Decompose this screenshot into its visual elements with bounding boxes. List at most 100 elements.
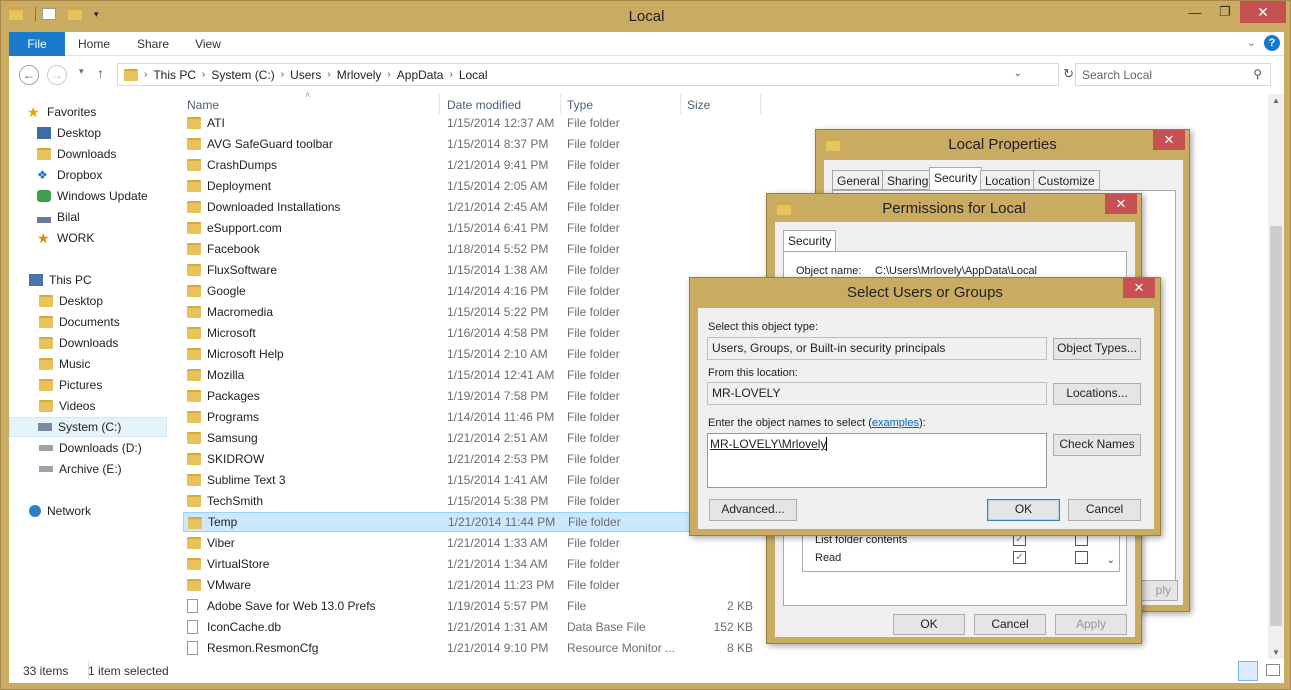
table-row[interactable]: FluxSoftware 1/15/2014 1:38 AM File folder: [183, 260, 693, 280]
table-row[interactable]: Macromedia 1/15/2014 5:22 PM File folder: [183, 302, 693, 322]
examples-link[interactable]: examples: [872, 417, 919, 429]
details-view-icon[interactable]: [1238, 661, 1258, 681]
object-names-input[interactable]: MR-LOVELY\Mrlovely: [707, 433, 1047, 488]
breadcrumb[interactable]: › This PC › System (C:) › Users › Mrlovely ›…: [117, 63, 1074, 86]
tab-share[interactable]: Share: [131, 32, 175, 56]
refresh-icon[interactable]: ↻: [1063, 66, 1074, 82]
vertical-scrollbar[interactable]: ▲ ▼: [1268, 94, 1284, 659]
search-icon[interactable]: ⚲: [1253, 67, 1262, 81]
separator-icon[interactable]: ›: [281, 69, 284, 80]
large-icons-view-icon[interactable]: [1266, 664, 1280, 676]
nav-system-c[interactable]: System (C:): [9, 417, 167, 437]
nav-videos[interactable]: Videos: [39, 396, 197, 416]
separator-icon[interactable]: ›: [327, 69, 330, 80]
tab-sharing[interactable]: Sharing: [882, 170, 934, 190]
table-row[interactable]: Microsoft 1/16/2014 4:58 PM File folder: [183, 323, 693, 343]
up-icon[interactable]: ↑: [97, 65, 104, 81]
separator-icon[interactable]: ›: [144, 69, 147, 80]
divider[interactable]: [560, 94, 561, 114]
minimize-icon[interactable]: —: [1180, 1, 1210, 23]
maximize-icon[interactable]: ❐: [1210, 1, 1240, 23]
table-row[interactable]: Programs 1/14/2014 11:46 PM File folder: [183, 407, 693, 427]
crumb-local[interactable]: Local: [459, 68, 488, 82]
nav-pictures[interactable]: Pictures: [39, 375, 197, 395]
nav-archive-e[interactable]: Archive (E:): [39, 459, 197, 479]
table-row[interactable]: Samsung 1/21/2014 2:51 AM File folder: [183, 428, 693, 448]
close-icon[interactable]: ✕: [1240, 1, 1286, 23]
table-row[interactable]: VMware 1/21/2014 11:23 PM File folder: [183, 575, 693, 595]
cancel-button[interactable]: Cancel: [974, 614, 1046, 635]
nav-pc-desktop[interactable]: Desktop: [39, 291, 197, 311]
table-row[interactable]: AVG SafeGuard toolbar 1/15/2014 8:37 PM Fi…: [183, 134, 693, 154]
ok-button[interactable]: OK: [987, 499, 1060, 521]
table-row[interactable]: IconCache.db 1/21/2014 1:31 AM Data Base F…: [183, 617, 753, 637]
tab-security[interactable]: Security: [783, 230, 837, 252]
close-icon[interactable]: ✕: [1123, 278, 1155, 298]
separator-icon[interactable]: ›: [202, 69, 205, 80]
separator-icon[interactable]: ›: [387, 69, 390, 80]
tab-customize[interactable]: Customize: [1033, 170, 1100, 190]
locations-button[interactable]: Locations...: [1053, 383, 1141, 405]
crumb-mrlovely[interactable]: Mrlovely: [337, 68, 382, 82]
divider[interactable]: [439, 94, 440, 114]
cancel-button[interactable]: Cancel: [1068, 499, 1141, 521]
nav-downloads-d[interactable]: Downloads (D:): [39, 438, 197, 458]
table-row[interactable]: Downloaded Installations 1/21/2014 2:45 A…: [183, 197, 693, 217]
address-dropdown-icon[interactable]: ⌄: [1014, 68, 1022, 79]
scroll-thumb[interactable]: [1270, 226, 1282, 626]
table-row[interactable]: Mozilla 1/15/2014 12:41 AM File folder: [183, 365, 693, 385]
nav-this-pc[interactable]: This PC: [29, 270, 187, 290]
nav-network[interactable]: Network: [29, 501, 187, 521]
tab-security[interactable]: Security: [929, 167, 983, 190]
table-row[interactable]: eSupport.com 1/15/2014 6:41 PM File folder: [183, 218, 693, 238]
crumb-system-c[interactable]: System (C:): [211, 68, 274, 82]
search-input[interactable]: Search Local ⚲: [1075, 63, 1271, 86]
deny-checkbox[interactable]: [1075, 551, 1088, 564]
chevron-down-icon[interactable]: ⌄: [1247, 36, 1256, 49]
apply-button[interactable]: Apply: [1055, 614, 1127, 635]
forward-icon[interactable]: →: [47, 65, 67, 85]
table-row[interactable]: Viber 1/21/2014 1:33 AM File folder: [183, 533, 693, 553]
table-row[interactable]: Resmon.ResmonCfg 1/21/2014 9:10 PM Resourc…: [183, 638, 753, 658]
table-row[interactable]: Sublime Text 3 1/15/2014 1:41 AM File fold…: [183, 470, 693, 490]
nav-pc-downloads[interactable]: Downloads: [39, 333, 197, 353]
scroll-down-icon[interactable]: ▼: [1272, 648, 1280, 657]
help-icon[interactable]: ?: [1264, 35, 1280, 51]
allow-checkbox[interactable]: ✓: [1013, 551, 1026, 564]
nav-dropbox[interactable]: ❖ Dropbox: [37, 165, 195, 185]
scroll-up-icon[interactable]: ▲: [1272, 96, 1280, 105]
nav-work[interactable]: ★ WORK: [37, 228, 195, 248]
nav-documents[interactable]: Documents: [39, 312, 197, 332]
check-names-button[interactable]: Check Names: [1053, 434, 1141, 456]
table-row[interactable]: SKIDROW 1/21/2014 2:53 PM File folder: [183, 449, 693, 469]
nav-windows-update[interactable]: Windows Update: [37, 186, 195, 206]
object-types-button[interactable]: Object Types...: [1053, 338, 1141, 360]
column-name[interactable]: Name: [187, 98, 219, 112]
close-icon[interactable]: ✕: [1153, 130, 1185, 150]
separator-icon[interactable]: ›: [449, 69, 452, 80]
crumb-this-pc[interactable]: This PC: [153, 68, 196, 82]
nav-bilal[interactable]: Bilal: [37, 207, 195, 227]
table-row[interactable]: Microsoft Help 1/15/2014 2:10 AM File fold…: [183, 344, 693, 364]
column-date[interactable]: Date modified: [447, 98, 521, 112]
tab-file[interactable]: File: [9, 32, 65, 56]
table-row[interactable]: Google 1/14/2014 4:16 PM File folder: [183, 281, 693, 301]
advanced-button[interactable]: Advanced...: [709, 499, 797, 521]
title-bar[interactable]: ▾ Local — ❐ ✕: [1, 1, 1291, 32]
divider[interactable]: [760, 94, 761, 114]
tab-location[interactable]: Location: [980, 170, 1036, 190]
table-row[interactable]: Deployment 1/15/2014 2:05 AM File folder: [183, 176, 693, 196]
table-row[interactable]: Packages 1/19/2014 7:58 PM File folder: [183, 386, 693, 406]
crumb-users[interactable]: Users: [290, 68, 321, 82]
column-size[interactable]: Size: [687, 98, 710, 112]
nav-desktop[interactable]: Desktop: [37, 123, 195, 143]
nav-music[interactable]: Music: [39, 354, 197, 374]
tab-home[interactable]: Home: [73, 32, 115, 56]
divider[interactable]: [680, 94, 681, 114]
ok-button[interactable]: OK: [893, 614, 965, 635]
table-row[interactable]: Adobe Save for Web 13.0 Prefs 1/19/2014 5…: [183, 596, 753, 616]
close-icon[interactable]: ✕: [1105, 194, 1137, 214]
column-type[interactable]: Type: [567, 98, 593, 112]
table-row[interactable]: ATI 1/15/2014 12:37 AM File folder: [183, 113, 693, 133]
table-row[interactable]: TechSmith 1/15/2014 5:38 PM File folder: [183, 491, 693, 511]
